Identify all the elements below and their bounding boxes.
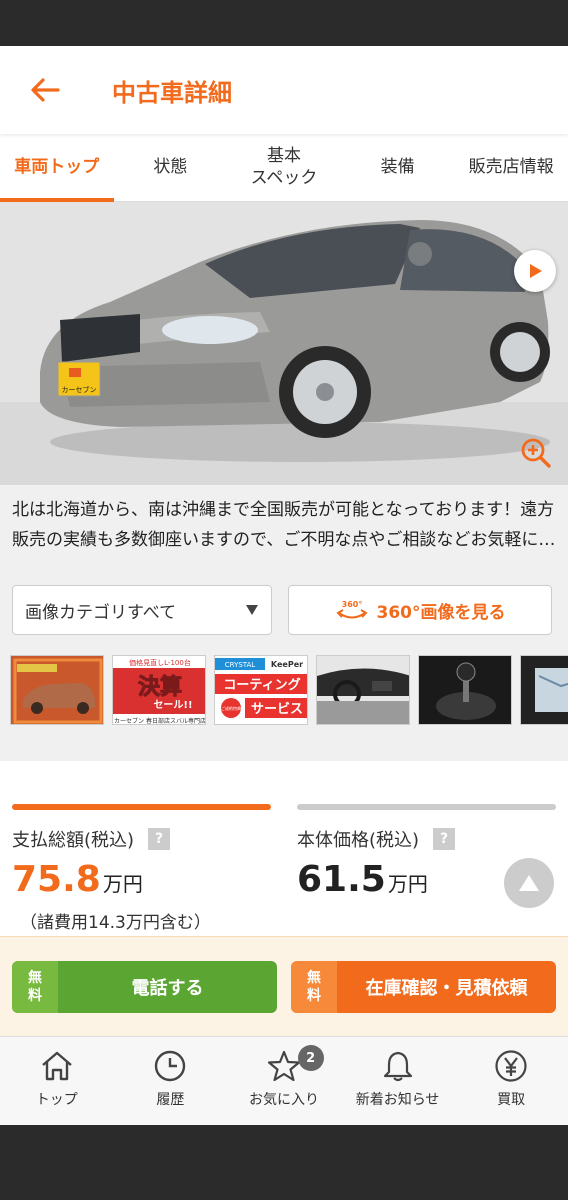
thumbnail-2-footer: カーセブン 春日部店スバル専門店 xyxy=(114,717,206,725)
description: 北は北海道から、南は沖縄まで全国販売が可能となっております！遠方販売の実績も多数… xyxy=(0,485,568,585)
play-icon xyxy=(530,264,542,278)
thumbnail-1[interactable] xyxy=(10,655,104,725)
rotate-360-icon: 360° xyxy=(335,600,368,619)
cta-bar: 無 料 電話する 無 料 在庫確認・見積依頼 xyxy=(0,936,568,1036)
thumbnail-5[interactable] xyxy=(418,655,512,725)
total-price-value: 75.8 xyxy=(12,859,101,900)
thumbnail-3-badge: ご成約特典 xyxy=(221,705,241,711)
thumbnail-3-line2: サービス xyxy=(251,701,303,717)
call-free-badge: 無 料 xyxy=(12,961,58,1013)
total-price-note: （諸費用14.3万円含む） xyxy=(20,913,211,933)
nav-label-notifications: 新着お知らせ xyxy=(355,1092,440,1108)
nav-item-purchase[interactable]: 買取 xyxy=(454,1037,568,1125)
total-price-unit: 万円 xyxy=(102,872,143,896)
clock-icon xyxy=(155,1050,186,1082)
play-video-button[interactable] xyxy=(514,250,556,292)
star-icon xyxy=(267,1050,301,1082)
triangle-up-icon xyxy=(519,875,539,891)
app-screen: 中古車詳細 車両トップ 状態 基本 スペック 装備 販売店情報 カーセブン 北は… xyxy=(0,46,568,1125)
car-image: カーセブン xyxy=(0,202,568,485)
total-price-indicator xyxy=(12,804,271,810)
description-text: 北は北海道から、南は沖縄まで全国販売が可能となっております！遠方販売の実績も多数… xyxy=(12,500,556,550)
zoom-in-icon[interactable] xyxy=(520,437,552,469)
thumbnail-2[interactable]: 価格見直しL-100台 決算 セール!! カーセブン 春日部店スバル専門店 xyxy=(112,655,206,725)
body-price-indicator xyxy=(297,804,556,810)
back-arrow-icon xyxy=(31,78,60,102)
thumbnail-2-top: 価格見直しL-100台 xyxy=(129,658,191,667)
thumbnail-3-brand2: KeePer xyxy=(271,660,303,669)
thumbnail-2-sub: セール!! xyxy=(153,699,192,711)
inquiry-button[interactable]: 無 料 在庫確認・見積依頼 xyxy=(291,961,556,1013)
tab-vehicle-top[interactable]: 車両トップ xyxy=(0,134,114,202)
thumbnail-5-image xyxy=(419,656,511,724)
bottom-navigation: トップ 履歴 2 お気に入り 新着お知らせ 買取 xyxy=(0,1036,568,1125)
thumbnail-3[interactable]: CRYSTAL KeePer コーティング ご成約特典 サービス xyxy=(214,655,308,725)
inquiry-free-badge: 無 料 xyxy=(291,961,337,1013)
thumbnail-strip: 価格見直しL-100台 決算 セール!! カーセブン 春日部店スバル専門店 CR… xyxy=(0,655,568,761)
tab-equipment[interactable]: 装備 xyxy=(341,134,455,201)
back-button[interactable] xyxy=(0,46,90,134)
dropdown-caret-icon xyxy=(246,605,258,615)
bell-icon xyxy=(383,1051,412,1082)
call-button[interactable]: 無 料 電話する xyxy=(12,961,277,1013)
nav-label-history: 履歴 xyxy=(156,1092,185,1108)
nav-item-favorites[interactable]: 2 お気に入り xyxy=(227,1037,341,1125)
tab-dealer-info[interactable]: 販売店情報 xyxy=(454,134,568,201)
thumbnail-3-brand: CRYSTAL xyxy=(225,661,256,669)
rotate-360-icon-text: 360° xyxy=(341,600,362,609)
thumbnail-1-image xyxy=(11,656,103,724)
body-price-help-icon[interactable]: ? xyxy=(433,828,456,850)
thumbnail-2-main: 決算 xyxy=(138,674,182,700)
tab-basic-spec[interactable]: 基本 スペック xyxy=(227,134,341,201)
thumbnail-6[interactable] xyxy=(520,655,568,725)
tab-bar: 車両トップ 状態 基本 スペック 装備 販売店情報 xyxy=(0,134,568,202)
home-icon xyxy=(42,1051,72,1081)
thumbnail-6-image xyxy=(521,656,568,724)
main-car-photo[interactable]: カーセブン xyxy=(0,202,568,485)
thumbnail-4-image xyxy=(317,656,409,724)
thumbnail-2-image: 価格見直しL-100台 決算 セール!! カーセブン 春日部店スバル専門店 xyxy=(113,656,206,725)
status-bar xyxy=(0,0,568,46)
total-price-help-icon[interactable]: ? xyxy=(148,828,171,850)
nav-item-notifications[interactable]: 新着お知らせ xyxy=(341,1037,455,1125)
image-controls: 画像カテゴリすべて 360° 360°画像を見る xyxy=(0,585,568,655)
body-price-value: 61.5 xyxy=(297,859,386,900)
inquiry-button-label: 在庫確認・見積依頼 xyxy=(365,978,528,999)
system-navigation-bar xyxy=(0,1125,568,1200)
price-section: 支払総額(税込) ? 75.8 万円 （諸費用14.3万円含む） 本体価格(税込)… xyxy=(0,768,568,933)
nav-label-favorites: お気に入り xyxy=(248,1092,319,1108)
yen-icon xyxy=(495,1050,527,1082)
thumbnail-4[interactable] xyxy=(316,655,410,725)
nav-item-top[interactable]: トップ xyxy=(0,1037,114,1125)
thumbnail-3-image: CRYSTAL KeePer コーティング ご成約特典 サービス xyxy=(215,656,307,724)
page-title: 中古車詳細 xyxy=(112,78,232,107)
total-price-block: 支払総額(税込) ? 75.8 万円 （諸費用14.3万円含む） xyxy=(12,804,271,933)
body-price-label: 本体価格(税込) xyxy=(297,830,420,851)
view-360-label: 360°画像を見る xyxy=(376,602,506,623)
header: 中古車詳細 xyxy=(0,46,568,134)
nav-item-history[interactable]: 履歴 xyxy=(114,1037,228,1125)
nav-label-purchase: 買取 xyxy=(497,1092,526,1108)
scroll-to-top-button[interactable] xyxy=(504,858,554,908)
tab-condition[interactable]: 状態 xyxy=(114,134,228,201)
nav-label-top: トップ xyxy=(35,1092,78,1108)
thumbnail-3-line1: コーティング xyxy=(223,677,300,693)
image-category-select[interactable]: 画像カテゴリすべて xyxy=(12,585,272,635)
call-button-label: 電話する xyxy=(131,978,204,999)
view-360-button[interactable]: 360° 360°画像を見る xyxy=(288,585,552,635)
total-price-label: 支払総額(税込) xyxy=(12,830,135,851)
image-category-value: 画像カテゴリすべて xyxy=(25,602,177,623)
license-plate-text: カーセブン xyxy=(62,385,97,394)
favorites-count-badge: 2 xyxy=(297,1045,324,1071)
body-price-unit: 万円 xyxy=(387,872,428,896)
